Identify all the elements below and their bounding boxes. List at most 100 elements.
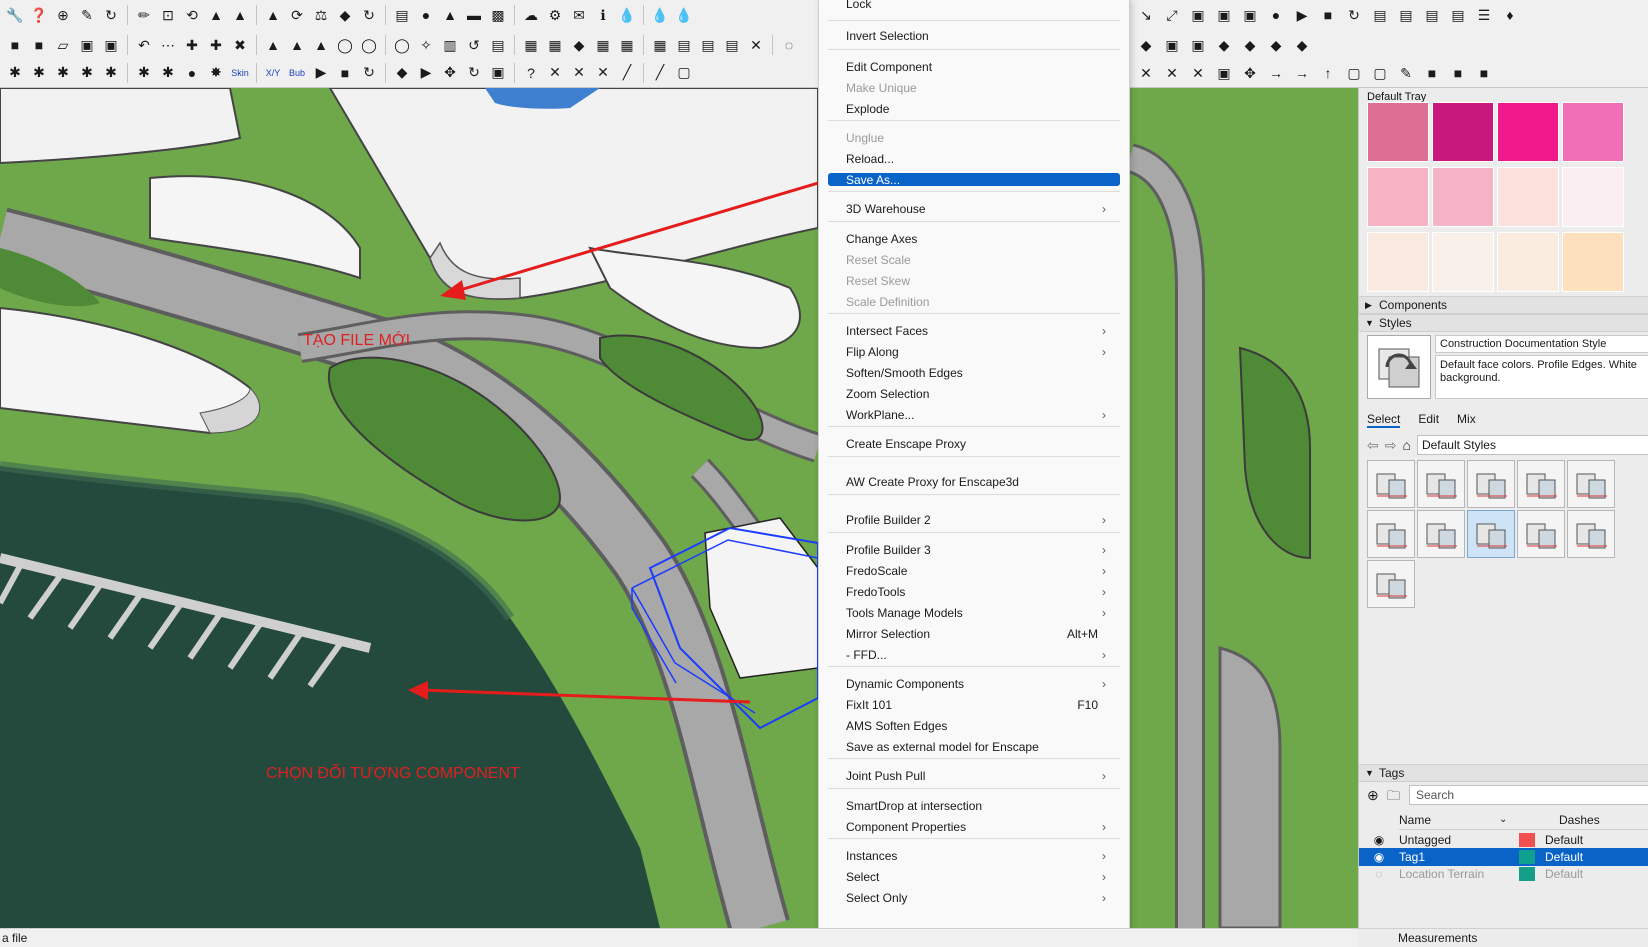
toolbar-tool-icon[interactable]: ▤ <box>1395 4 1417 26</box>
menu-item-joint-push-pull[interactable]: Joint Push Pull › <box>828 766 1120 786</box>
toolbar-tool-icon[interactable]: ✎ <box>76 4 98 26</box>
color-swatch[interactable] <box>1497 167 1559 227</box>
tag-color-swatch[interactable] <box>1519 867 1535 881</box>
toolbar-tool-icon[interactable]: ✏ <box>133 4 155 26</box>
toolbar-tool-icon[interactable]: ✱ <box>4 62 26 84</box>
toolbar-tool-icon[interactable]: ▣ <box>100 34 122 56</box>
menu-item-ams-soften-edges[interactable]: AMS Soften Edges <box>828 716 1120 736</box>
toolbar-tool-icon[interactable]: ▶ <box>1291 4 1313 26</box>
toolbar-tool-icon[interactable]: ◯ <box>334 34 356 56</box>
toolbar-tool-icon[interactable]: ✱ <box>52 62 74 84</box>
menu-item-instances[interactable]: Instances › <box>828 846 1120 866</box>
toolbar-tool-icon[interactable]: ⊡ <box>157 4 179 26</box>
toolbar-tool-icon[interactable]: ■ <box>1421 62 1443 84</box>
add-folder-icon[interactable]: 🗀 <box>1387 787 1400 809</box>
toolbar-tool-icon[interactable]: ▣ <box>1239 4 1261 26</box>
toolbar-tool-icon[interactable]: ■ <box>4 34 26 56</box>
style-thumbnail-cell[interactable] <box>1467 460 1515 508</box>
toolbar-tool-icon[interactable]: ▲ <box>262 4 284 26</box>
menu-item-invert-selection[interactable]: Invert Selection <box>828 26 1120 46</box>
components-section-header[interactable]: ▶ Components <box>1359 296 1648 314</box>
toolbar-tool-icon[interactable]: ▤ <box>697 34 719 56</box>
toolbar-tool-icon[interactable]: ✕ <box>1135 62 1157 84</box>
chevron-down-icon[interactable]: ⌄ <box>1499 814 1519 825</box>
tag-name[interactable]: Untagged <box>1399 833 1519 847</box>
menu-item-create-enscape-proxy[interactable]: Create Enscape Proxy <box>828 434 1120 454</box>
menu-item-fredoscale[interactable]: FredoScale › <box>828 561 1120 581</box>
toolbar-tool-icon[interactable]: ▣ <box>1187 4 1209 26</box>
toolbar-tool-icon[interactable]: ⚙ <box>544 4 566 26</box>
toolbar-tool-icon[interactable]: ▲ <box>286 34 308 56</box>
toolbar-tool-icon[interactable]: ✱ <box>28 62 50 84</box>
toolbar-tool-icon[interactable]: Skin <box>229 62 251 84</box>
toolbar-tool-icon[interactable]: ♦ <box>1499 4 1521 26</box>
toolbar-tool-icon[interactable]: ● <box>415 4 437 26</box>
tags-search-input[interactable]: Search <box>1409 785 1648 805</box>
tag-name[interactable]: Tag1 <box>1399 850 1519 864</box>
visibility-eye-icon[interactable]: ◌ <box>1359 867 1399 881</box>
toolbar-tool-icon[interactable]: ▢ <box>1343 62 1365 84</box>
toolbar-tool-icon[interactable]: ✱ <box>100 62 122 84</box>
toolbar-tool-icon[interactable]: ▣ <box>487 62 509 84</box>
toolbar-tool-icon[interactable]: 💧 <box>673 4 695 26</box>
toolbar-tool-icon[interactable]: ✖ <box>229 34 251 56</box>
toolbar-tool-icon[interactable]: ✉ <box>568 4 590 26</box>
visibility-eye-icon[interactable]: ◉ <box>1359 833 1399 847</box>
style-thumbnail-cell[interactable] <box>1567 510 1615 558</box>
menu-item-save-as[interactable]: Save As... <box>828 173 1120 187</box>
toolbar-tool-icon[interactable]: ⋯ <box>157 34 179 56</box>
color-swatch[interactable] <box>1367 232 1429 292</box>
color-swatch[interactable] <box>1432 232 1494 292</box>
toolbar-tool-icon[interactable]: ◆ <box>391 62 413 84</box>
toolbar-tool-icon[interactable]: ▶ <box>415 62 437 84</box>
toolbar-tool-icon[interactable]: 💧 <box>616 4 638 26</box>
toolbar-tool-icon[interactable]: ✧ <box>415 34 437 56</box>
menu-item-select[interactable]: Select › <box>828 867 1120 887</box>
toolbar-tool-icon[interactable]: ▦ <box>520 34 542 56</box>
home-icon[interactable]: ⌂ <box>1402 437 1410 453</box>
style-thumbnail-cell[interactable] <box>1367 510 1415 558</box>
toolbar-tool-icon[interactable]: ╱ <box>649 62 671 84</box>
menu-item-smartdrop-at-intersection[interactable]: SmartDrop at intersection <box>828 796 1120 816</box>
menu-item-soften-smooth-edges[interactable]: Soften/Smooth Edges <box>828 363 1120 383</box>
toolbar-tool-icon[interactable]: ◆ <box>334 4 356 26</box>
tab-select[interactable]: Select <box>1367 412 1401 428</box>
toolbar-tool-icon[interactable]: ⟳ <box>286 4 308 26</box>
color-swatch[interactable] <box>1432 102 1494 162</box>
toolbar-tool-icon[interactable]: ◆ <box>1239 34 1261 56</box>
toolbar-tool-icon[interactable]: ▬ <box>463 4 485 26</box>
menu-item-lock[interactable]: Lock <box>828 0 1120 14</box>
toolbar-tool-icon[interactable]: ◆ <box>1135 34 1157 56</box>
menu-item-profile-builder-2[interactable]: Profile Builder 2 › <box>828 510 1120 530</box>
menu-item-select-only[interactable]: Select Only › <box>828 888 1120 908</box>
toolbar-tool-icon[interactable]: ◯ <box>391 34 413 56</box>
toolbar-tool-icon[interactable]: ↶ <box>133 34 155 56</box>
toolbar-tool-icon[interactable]: X/Y <box>262 62 284 84</box>
toolbar-tool-icon[interactable]: ▤ <box>1369 4 1391 26</box>
menu-item-tools-manage-models[interactable]: Tools Manage Models › <box>828 603 1120 623</box>
tags-name-column[interactable]: Name <box>1399 813 1499 827</box>
toolbar-tool-icon[interactable]: ⚖ <box>310 4 332 26</box>
toolbar-tool-icon[interactable]: ▤ <box>673 34 695 56</box>
toolbar-tool-icon[interactable]: ✕ <box>568 62 590 84</box>
toolbar-tool-icon[interactable]: ✱ <box>76 62 98 84</box>
toolbar-tool-icon[interactable]: ✕ <box>745 34 767 56</box>
toolbar-tool-icon[interactable]: ✥ <box>1239 62 1261 84</box>
toolbar-tool-icon[interactable]: ▤ <box>487 34 509 56</box>
toolbar-tool-icon[interactable]: ▤ <box>391 4 413 26</box>
toolbar-tool-icon[interactable]: → <box>1291 62 1313 84</box>
toolbar-tool-icon[interactable]: ▣ <box>1161 34 1183 56</box>
tag-color-swatch[interactable] <box>1519 833 1535 847</box>
toolbar-tool-icon[interactable]: ▱ <box>52 34 74 56</box>
toolbar-tool-icon[interactable]: ✥ <box>439 62 461 84</box>
toolbar-tool-icon[interactable]: ▩ <box>487 4 509 26</box>
toolbar-tool-icon[interactable]: ▢ <box>1369 62 1391 84</box>
toolbar-tool-icon[interactable]: ✕ <box>1161 62 1183 84</box>
tab-mix[interactable]: Mix <box>1457 412 1476 428</box>
toolbar-tool-icon[interactable]: ▣ <box>1187 34 1209 56</box>
color-swatch[interactable] <box>1497 232 1559 292</box>
toolbar-tool-icon[interactable]: ⊕ <box>52 4 74 26</box>
color-swatch[interactable] <box>1497 102 1559 162</box>
style-collection-dropdown[interactable]: Default Styles <box>1416 435 1648 455</box>
color-swatch[interactable] <box>1367 102 1429 162</box>
